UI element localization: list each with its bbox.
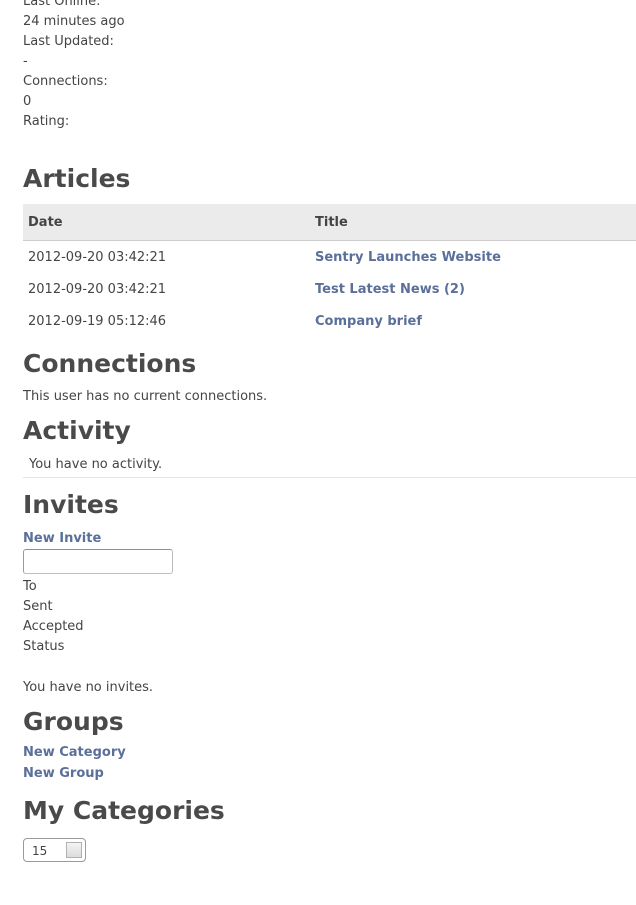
invites-column-status: Status bbox=[23, 639, 65, 654]
invites-columns: To Sent Accepted Status bbox=[23, 577, 636, 657]
invites-column-sent: Sent bbox=[23, 599, 53, 614]
articles-table: Date Title 2012-09-20 03:42:21 Sentry La… bbox=[23, 204, 636, 337]
invites-heading: Invites bbox=[23, 490, 119, 519]
new-invite-link-row: New Invite bbox=[23, 529, 636, 549]
invites-message: You have no invites. bbox=[23, 680, 154, 695]
last-online-value: 24 minutes ago bbox=[23, 14, 125, 29]
connections-message: This user has no current connections. bbox=[23, 389, 268, 404]
activity-heading: Activity bbox=[23, 416, 131, 445]
rating-label: Rating: bbox=[23, 114, 70, 129]
connections-label: Connections: bbox=[23, 74, 108, 89]
articles-heading: Articles bbox=[23, 164, 131, 193]
column-header-title[interactable]: Title bbox=[310, 204, 636, 241]
article-title-link[interactable]: Company brief bbox=[310, 305, 636, 337]
table-row: 2012-09-20 03:42:21 Test Latest News (2) bbox=[23, 273, 636, 305]
last-updated-value: - bbox=[23, 54, 28, 69]
new-invite-link[interactable]: New Invite bbox=[23, 531, 101, 546]
last-online-label: Last Online: bbox=[23, 0, 101, 9]
article-title-link[interactable]: Sentry Launches Website bbox=[310, 241, 636, 274]
groups-heading: Groups bbox=[23, 707, 124, 736]
invites-column-to: To bbox=[23, 579, 37, 594]
invite-email-input[interactable] bbox=[23, 549, 173, 574]
new-category-link[interactable]: New Category bbox=[23, 745, 126, 760]
article-date: 2012-09-20 03:42:21 bbox=[28, 281, 167, 297]
my-categories-heading: My Categories bbox=[23, 796, 225, 825]
invites-column-accepted: Accepted bbox=[23, 619, 84, 634]
article-title-link[interactable]: Test Latest News (2) bbox=[310, 273, 636, 305]
profile-details: Last Online: 24 minutes ago Last Updated… bbox=[23, 0, 636, 132]
per-page-select-value: 15 bbox=[32, 844, 48, 858]
article-date: 2012-09-19 05:12:46 bbox=[28, 313, 167, 329]
chevron-down-icon bbox=[66, 842, 82, 858]
per-page-select[interactable]: 15 bbox=[23, 838, 86, 862]
activity-message: You have no activity. bbox=[23, 455, 636, 478]
articles-header-row: Date Title bbox=[23, 204, 636, 241]
article-date: 2012-09-20 03:42:21 bbox=[28, 249, 167, 265]
new-category-link-row: New Category bbox=[23, 743, 636, 763]
connections-value: 0 bbox=[23, 94, 32, 109]
last-updated-label: Last Updated: bbox=[23, 34, 114, 49]
connections-heading: Connections bbox=[23, 349, 197, 378]
table-row: 2012-09-19 05:12:46 Company brief bbox=[23, 305, 636, 337]
new-group-link-row: New Group bbox=[23, 764, 636, 784]
table-row: 2012-09-20 03:42:21 Sentry Launches Webs… bbox=[23, 241, 636, 274]
profile-page: Last Online: 24 minutes ago Last Updated… bbox=[23, 0, 636, 862]
new-group-link[interactable]: New Group bbox=[23, 766, 104, 781]
column-header-date[interactable]: Date bbox=[23, 204, 310, 241]
